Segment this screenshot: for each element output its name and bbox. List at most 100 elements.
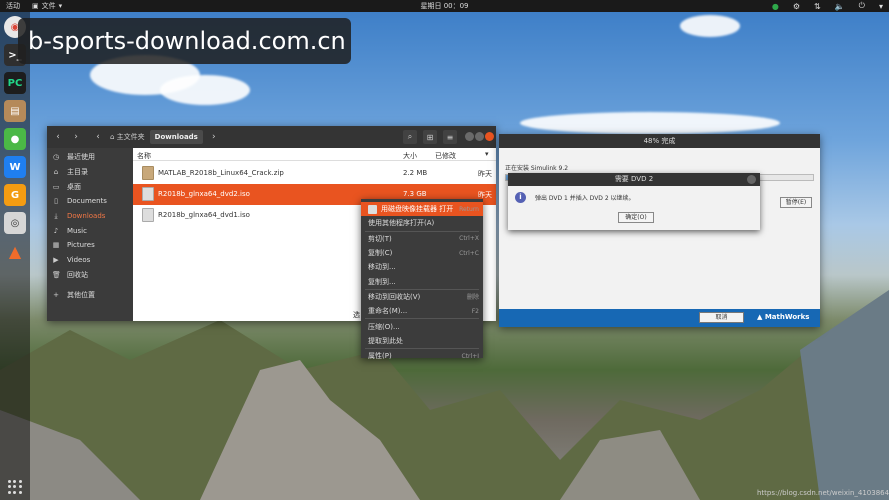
context-menu-item[interactable]: 剪切(T) Ctrl+X xyxy=(361,232,483,246)
picture-icon: ▦ xyxy=(52,241,60,250)
close-button[interactable] xyxy=(747,175,756,184)
sidebar-item[interactable]: ♪ Music xyxy=(47,223,133,238)
sidebar-item[interactable]: 🗑 回收站 xyxy=(47,268,133,283)
sidebar-item[interactable]: ▯ Documents xyxy=(47,194,133,209)
cloud xyxy=(520,112,780,134)
column-header: 名称 大小 已修改 ▾ xyxy=(133,148,496,161)
context-menu-item[interactable]: 复制(C) Ctrl+C xyxy=(361,246,483,260)
files-icon[interactable]: ▤ xyxy=(4,100,26,122)
dialog-title: 需要 DVD 2 xyxy=(508,173,760,186)
top-bar: 活动 ▣ 文件 ▾ 星期日 00：09 ● ⚙ ⇅ 🔈 ⏻ ▾ xyxy=(0,0,889,12)
ok-button[interactable]: 确定(O) xyxy=(618,212,654,223)
context-menu-item[interactable]: 移动到... xyxy=(361,260,483,274)
breadcrumb-home[interactable]: ⌂ 主文件夹 xyxy=(105,130,150,144)
app-menu[interactable]: ▣ 文件 ▾ xyxy=(32,1,62,11)
file-manager-header: ‹ › ‹ ⌂ 主文件夹 Downloads › ⌕ ⊞ ≡ xyxy=(47,126,496,148)
sidebar-item-label: 桌面 xyxy=(67,182,81,191)
back-button[interactable]: ‹ xyxy=(51,130,65,144)
info-icon: i xyxy=(515,192,526,203)
context-menu-item[interactable]: 属性(P) Ctrl+I xyxy=(361,349,483,363)
show-apps-icon[interactable] xyxy=(8,480,22,494)
dock: ◉ >_ PC ▤ ● W G ◎ ▲ xyxy=(0,12,30,500)
file-name: MATLAB_R2018b_Linux64_Crack.zip xyxy=(158,169,284,177)
forward-button[interactable]: › xyxy=(69,130,83,144)
context-menu-item[interactable]: 移动到回收站(V) 删除 xyxy=(361,290,483,304)
menu-item-label: 提取到此处 xyxy=(368,336,403,345)
sidebar-item[interactable]: ◷ 最近使用 xyxy=(47,150,133,165)
sidebar-item[interactable]: ▦ Pictures xyxy=(47,238,133,253)
sidebar-item[interactable]: ▭ 桌面 xyxy=(47,179,133,194)
files-app-icon: ▣ xyxy=(32,2,39,10)
column-name[interactable]: 名称 xyxy=(137,151,151,161)
column-size[interactable]: 大小 xyxy=(403,151,417,161)
file-name: R2018b_glnxa64_dvd2.iso xyxy=(158,190,250,198)
view-grid-button[interactable]: ⊞ xyxy=(423,130,437,144)
sidebar-item[interactable]: ▶ Videos xyxy=(47,253,133,268)
home-icon: ⌂ xyxy=(53,168,59,177)
menu-item-label: 移动到... xyxy=(368,263,396,272)
context-menu-item[interactable]: 重命名(M)... F2 xyxy=(361,304,483,318)
minimize-button[interactable] xyxy=(465,132,474,141)
installer-status: 正在安装 Simulink 9.2 xyxy=(505,165,569,172)
maximize-button[interactable] xyxy=(475,132,484,141)
disk-mounter-icon xyxy=(368,204,377,214)
clock[interactable]: 星期日 00：09 xyxy=(0,1,889,11)
power-icon: ⏻ xyxy=(858,1,865,10)
clock-icon: ◷ xyxy=(52,153,60,162)
close-button[interactable] xyxy=(485,132,494,141)
cancel-button[interactable]: 取消 xyxy=(699,312,744,323)
sidebar-item-label: 其他位置 xyxy=(67,290,95,299)
pycharm-icon[interactable]: PC xyxy=(4,72,26,94)
context-menu-item[interactable]: 使用其他程序打开(A) xyxy=(361,216,483,230)
file-modified: 昨天 xyxy=(478,170,492,178)
chevron-left-icon[interactable]: ‹ xyxy=(91,130,105,144)
context-menu-item[interactable]: 提取到此处 xyxy=(361,334,483,348)
sidebar-item[interactable]: ⌂ 主目录 xyxy=(47,165,133,180)
sidebar-item-label: Documents xyxy=(67,197,107,206)
sidebar-item[interactable]: ⤓ Downloads xyxy=(47,209,133,224)
plus-icon: + xyxy=(53,290,59,299)
software-center-icon[interactable]: G xyxy=(4,184,26,206)
sidebar-item-label: 回收站 xyxy=(67,270,88,279)
system-tray[interactable]: ● ⚙ ⇅ 🔈 ⏻ ▾ xyxy=(772,0,883,12)
chevron-right-icon[interactable]: › xyxy=(207,130,221,144)
trash-icon: 🗑 xyxy=(52,270,61,279)
menu-item-shortcut: Ctrl+C xyxy=(459,249,479,257)
status-text: 选 xyxy=(353,311,360,319)
telegram-icon[interactable]: ● xyxy=(772,2,779,11)
chevron-down-icon: ▾ xyxy=(878,1,883,11)
menu-item-label: 移动到回收站(V) xyxy=(368,292,421,301)
wps-icon[interactable]: W xyxy=(4,156,26,178)
menu-item-shortcut: F2 xyxy=(471,307,479,315)
pause-button[interactable]: 暂停(E) xyxy=(780,197,812,208)
wechat-icon[interactable]: ● xyxy=(4,128,26,150)
context-menu-item[interactable]: 用磁盘映像挂载器 打开 Return xyxy=(361,202,483,217)
installer-window: 48% 完成 正在安装 Simulink 9.2 暂停(E) 取消 ▲ Math… xyxy=(499,134,820,327)
menu-item-label: 复制(C) xyxy=(368,249,393,258)
credit-text: https://blog.csdn.net/weixin_41038644 xyxy=(757,489,889,497)
camera-icon[interactable]: ◎ xyxy=(4,212,26,234)
context-menu-item[interactable]: 复制到... xyxy=(361,274,483,288)
file-row[interactable]: MATLAB_R2018b_Linux64_Crack.zip 2.2 MB 昨天 xyxy=(133,163,496,184)
menu-item-label: 剪切(T) xyxy=(368,234,392,243)
dialog-title-text: 需要 DVD 2 xyxy=(614,175,654,183)
chevron-down-icon[interactable]: ▾ xyxy=(485,150,489,158)
column-modified[interactable]: 已修改 xyxy=(435,151,456,161)
context-menu-item[interactable]: 压缩(O)... xyxy=(361,319,483,333)
sidebar-item-label: Music xyxy=(67,226,87,235)
file-size: 7.3 GB xyxy=(403,190,427,198)
file-size: 2.2 MB xyxy=(403,169,428,177)
settings-icon[interactable]: ⚙ xyxy=(793,2,800,11)
menu-item-label: 复制到... xyxy=(368,277,396,286)
sidebar-item-label: Downloads xyxy=(67,212,106,221)
menu-button[interactable]: ≡ xyxy=(443,130,457,144)
volume-icon: 🔈 xyxy=(834,1,845,11)
breadcrumb-current[interactable]: Downloads xyxy=(149,130,203,144)
matlab-icon[interactable]: ▲ xyxy=(4,240,26,262)
search-button[interactable]: ⌕ xyxy=(403,130,417,144)
menu-item-label: 使用其他程序打开(A) xyxy=(368,219,435,228)
cloud xyxy=(680,15,740,37)
activities-button[interactable]: 活动 xyxy=(6,1,20,11)
sidebar-item[interactable]: + 其他位置 xyxy=(47,287,133,302)
file-name: R2018b_glnxa64_dvd1.iso xyxy=(158,211,250,219)
